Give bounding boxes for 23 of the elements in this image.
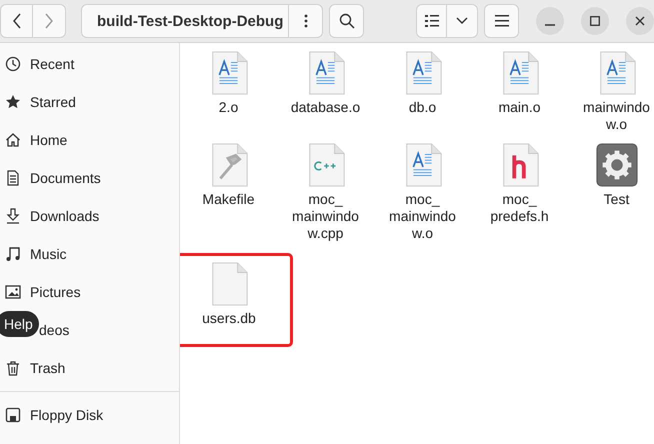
sidebar-item[interactable]: Recent xyxy=(30,56,74,72)
file-name[interactable]: Test xyxy=(582,191,652,208)
file-name[interactable]: Makefile xyxy=(194,191,264,208)
tooltip: Help xyxy=(0,311,39,337)
sidebar-item[interactable]: Downloads xyxy=(30,208,100,224)
path-button[interactable]: build-Test-Desktop-Debug xyxy=(81,4,289,38)
file-name[interactable]: database.o xyxy=(290,99,360,116)
file-name[interactable]: moc_ predefs.h xyxy=(484,191,554,225)
sidebar-item[interactable]: Documents xyxy=(30,170,101,186)
sidebar-item[interactable]: Floppy Disk xyxy=(30,407,104,423)
file-name[interactable]: db.o xyxy=(388,99,458,116)
sidebar-item[interactable]: Music xyxy=(30,246,67,262)
file-name[interactable]: moc_ mainwindo w.cpp xyxy=(290,191,360,242)
sidebar-item[interactable]: Home xyxy=(30,132,68,148)
sidebar-item[interactable]: Pictures xyxy=(30,284,81,300)
file-name[interactable]: main.o xyxy=(484,99,554,116)
file-name[interactable]: mainwindo w.o xyxy=(582,99,652,133)
file-name[interactable]: 2.o xyxy=(194,99,264,116)
file-name[interactable]: moc_ mainwindo w.o xyxy=(388,191,458,242)
sidebar-item[interactable]: deos xyxy=(39,322,70,338)
file-name[interactable]: users.db xyxy=(194,310,264,327)
sidebar-item[interactable]: Starred xyxy=(30,94,76,110)
sidebar-item[interactable]: Trash xyxy=(30,360,66,376)
